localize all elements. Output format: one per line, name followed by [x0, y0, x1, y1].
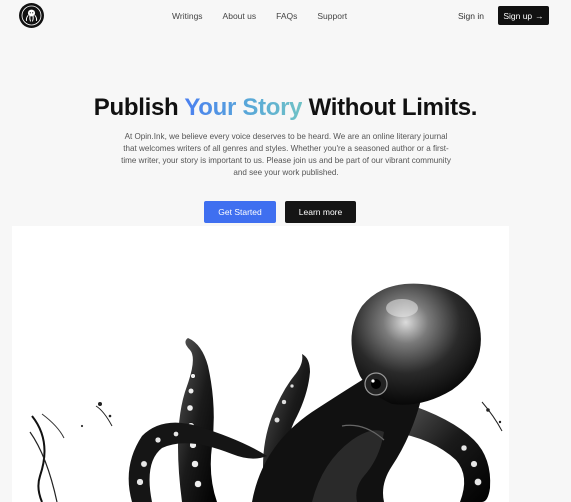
octopus-drawing [29, 283, 503, 502]
hero-title: Publish Your Story Without Limits. [0, 94, 571, 122]
site-header: Writings About us FAQs Support Sign in S… [0, 0, 571, 32]
nav-item-about-us[interactable]: About us [223, 11, 257, 21]
get-started-button[interactable]: Get Started [204, 201, 276, 223]
hero-title-start: Publish [93, 94, 185, 121]
main-nav: Writings About us FAQs Support [172, 11, 347, 21]
octopus-illustration [12, 226, 509, 502]
landing-page: Writings About us FAQs Support Sign in S… [0, 0, 571, 502]
hero-description: At Opin.Ink, we believe every voice dese… [121, 132, 451, 177]
nav-item-support[interactable]: Support [317, 11, 347, 21]
arrow-right-icon: → [535, 10, 544, 21]
octopus-logo-icon[interactable] [19, 3, 44, 28]
learn-more-button[interactable]: Learn more [285, 201, 356, 223]
hero-title-end: Without Limits. [302, 94, 478, 121]
hero-title-highlight: Your Story [184, 94, 303, 121]
logo-mark [21, 5, 42, 26]
sign-in-link[interactable]: Sign in [458, 11, 484, 21]
nav-item-writings[interactable]: Writings [172, 11, 203, 21]
nav-item-faqs[interactable]: FAQs [276, 11, 297, 21]
sign-up-button[interactable]: Sign up → [498, 6, 549, 25]
sign-up-label: Sign up [503, 10, 533, 21]
